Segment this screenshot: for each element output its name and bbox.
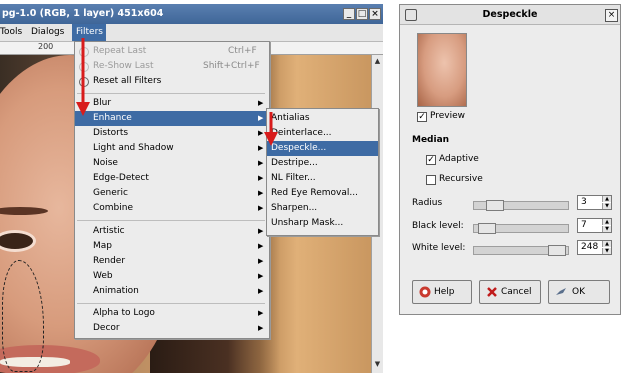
menu-item-generic[interactable]: Generic ▶ [75, 186, 269, 201]
recursive-checkbox[interactable] [426, 175, 436, 185]
preview-image [417, 33, 467, 107]
ok-button-label: OK [572, 287, 585, 297]
red-arrow-down-icon [76, 38, 90, 116]
radius-value: 3 [581, 197, 587, 207]
help-button-label: Help [434, 287, 455, 297]
black-level-spinbutton[interactable]: 7 ▲ ▼ [577, 218, 612, 233]
help-button[interactable]: Help [412, 280, 472, 304]
submenu-arrow-icon: ▶ [258, 257, 264, 265]
submenu-arrow-icon: ▶ [258, 287, 264, 295]
preview-label: Preview [430, 111, 466, 121]
menu-item-blur[interactable]: Blur ▶ [75, 96, 269, 111]
menu-item-reshow-last: Re-Show Last Shift+Ctrl+F [75, 59, 269, 74]
maximize-icon[interactable]: □ [356, 8, 368, 20]
ok-icon [556, 288, 566, 295]
spin-up-icon[interactable]: ▲ [602, 219, 611, 225]
filters-menu: Repeat Last Ctrl+F Re-Show Last Shift+Ct… [74, 41, 270, 339]
scroll-up-icon[interactable]: ▲ [373, 57, 382, 65]
submenu-arrow-icon: ▶ [258, 242, 264, 250]
radius-slider[interactable] [473, 200, 569, 211]
menu-item-deinterlace[interactable]: Deinterlace... [267, 126, 378, 141]
menu-item-antialias[interactable]: Antialias [267, 111, 378, 126]
window-title: pg-1.0 (RGB, 1 layer) 451x604 [2, 8, 164, 19]
menu-item-web[interactable]: Web ▶ [75, 269, 269, 284]
close-icon[interactable]: × [369, 8, 381, 20]
submenu-arrow-icon: ▶ [258, 272, 264, 280]
radius-label: Radius [412, 198, 443, 208]
menu-item-nl-filter[interactable]: NL Filter... [267, 171, 378, 186]
white-level-slider-handle[interactable] [548, 245, 566, 256]
menu-item-red-eye-removal[interactable]: Red Eye Removal... [267, 186, 378, 201]
menu-item-light-and-shadow[interactable]: Light and Shadow ▶ [75, 141, 269, 156]
white-level-value: 248 [581, 242, 599, 252]
menu-dialogs[interactable]: Dialogs [31, 27, 64, 37]
black-level-value: 7 [581, 220, 587, 230]
spin-down-icon[interactable]: ▼ [602, 248, 611, 254]
dialog-title: Despeckle [482, 9, 538, 20]
menu-item-alpha-to-logo[interactable]: Alpha to Logo ▶ [75, 306, 269, 321]
menu-item-combine[interactable]: Combine ▶ [75, 201, 269, 216]
menu-separator [77, 93, 265, 94]
menubar: Tools Dialogs [0, 24, 383, 42]
despeckle-dialog: Despeckle × ✓ Preview Median ✓ Adaptive … [399, 4, 621, 315]
close-icon[interactable]: × [605, 9, 618, 22]
spin-up-icon[interactable]: ▲ [602, 196, 611, 202]
menu-item-destripe[interactable]: Destripe... [267, 156, 378, 171]
radius-spinbutton[interactable]: 3 ▲ ▼ [577, 195, 612, 210]
menu-item-repeat-last: Repeat Last Ctrl+F [75, 44, 269, 59]
dialog-titlebar[interactable]: Despeckle × [400, 5, 620, 25]
menu-item-distorts[interactable]: Distorts ▶ [75, 126, 269, 141]
submenu-arrow-icon: ▶ [258, 99, 264, 107]
menu-tools[interactable]: Tools [0, 27, 22, 37]
menu-separator [77, 220, 265, 221]
submenu-arrow-icon: ▶ [258, 174, 264, 182]
menu-item-unsharp-mask[interactable]: Unsharp Mask... [267, 216, 378, 231]
cancel-button-label: Cancel [501, 287, 532, 297]
menu-item-edge-detect[interactable]: Edge-Detect ▶ [75, 171, 269, 186]
image-window-titlebar[interactable]: pg-1.0 (RGB, 1 layer) 451x604 _ □ × [0, 4, 383, 24]
submenu-arrow-icon: ▶ [258, 159, 264, 167]
white-level-label: White level: [412, 243, 466, 253]
menu-item-artistic[interactable]: Artistic ▶ [75, 224, 269, 239]
submenu-arrow-icon: ▶ [258, 309, 264, 317]
enhance-submenu: Antialias Deinterlace... Despeckle... De… [266, 108, 379, 236]
menu-item-decor[interactable]: Decor ▶ [75, 321, 269, 336]
adaptive-label: Adaptive [439, 154, 479, 164]
minimize-icon[interactable]: _ [343, 8, 355, 20]
adaptive-checkbox[interactable]: ✓ [426, 155, 436, 165]
radius-slider-handle[interactable] [486, 200, 504, 211]
ruler-label: 200 [38, 42, 54, 51]
menu-item-noise[interactable]: Noise ▶ [75, 156, 269, 171]
cancel-button[interactable]: Cancel [479, 280, 541, 304]
white-level-spinbutton[interactable]: 248 ▲ ▼ [577, 240, 612, 255]
submenu-arrow-icon: ▶ [258, 204, 264, 212]
menu-item-sharpen[interactable]: Sharpen... [267, 201, 378, 216]
menu-separator [77, 303, 265, 304]
median-heading: Median [412, 135, 450, 145]
spin-down-icon[interactable]: ▼ [602, 226, 611, 232]
black-level-slider-handle[interactable] [478, 223, 496, 234]
menu-item-reset-all-filters[interactable]: Reset all Filters [75, 74, 269, 89]
red-arrow-down-icon [264, 112, 278, 146]
black-level-label: Black level: [412, 221, 464, 231]
preview-checkbox[interactable]: ✓ [417, 112, 427, 122]
spin-down-icon[interactable]: ▼ [602, 203, 611, 209]
scroll-down-icon[interactable]: ▼ [373, 360, 382, 368]
submenu-arrow-icon: ▶ [258, 227, 264, 235]
submenu-arrow-icon: ▶ [258, 189, 264, 197]
spin-up-icon[interactable]: ▲ [602, 241, 611, 247]
submenu-arrow-icon: ▶ [258, 324, 264, 332]
help-icon [419, 286, 431, 298]
menu-item-map[interactable]: Map ▶ [75, 239, 269, 254]
cancel-icon [487, 287, 497, 297]
menu-item-render[interactable]: Render ▶ [75, 254, 269, 269]
black-level-slider[interactable] [473, 223, 569, 234]
menu-item-despeckle[interactable]: Despeckle... [267, 141, 378, 156]
menu-item-enhance[interactable]: Enhance ▶ [75, 111, 269, 126]
recursive-label: Recursive [439, 174, 483, 184]
ok-button[interactable]: OK [548, 280, 610, 304]
menu-item-animation[interactable]: Animation ▶ [75, 284, 269, 299]
white-level-slider[interactable] [473, 245, 569, 256]
